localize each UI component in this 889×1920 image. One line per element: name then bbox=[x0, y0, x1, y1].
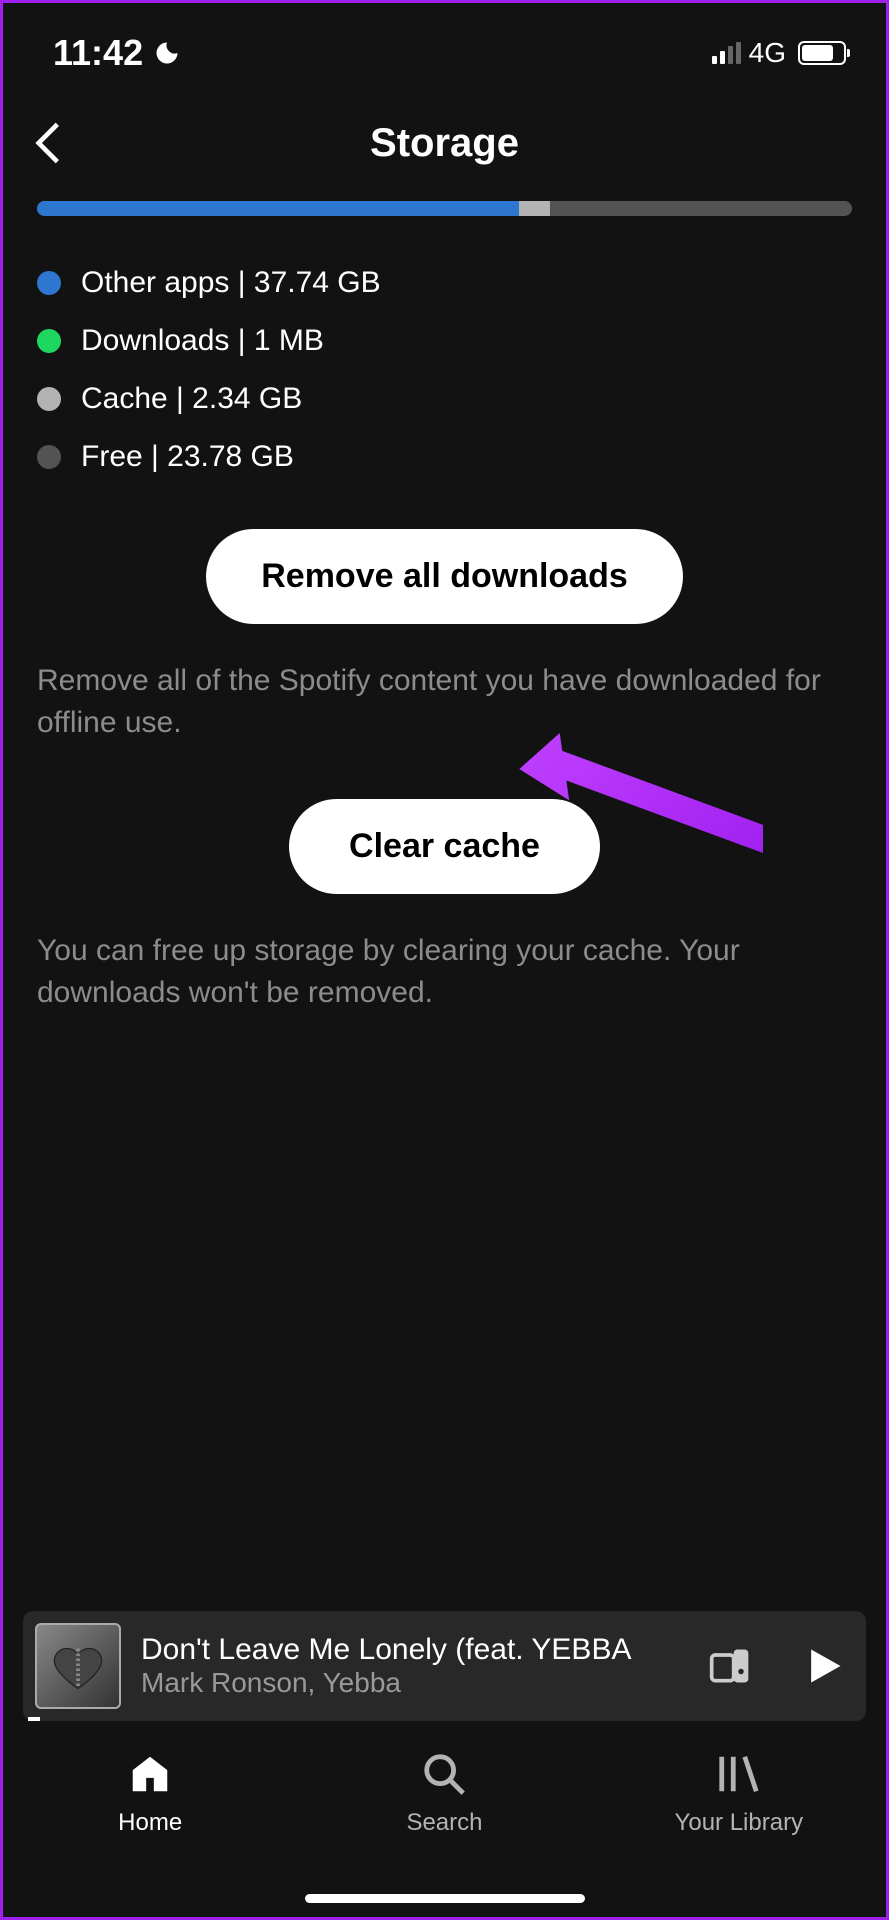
home-icon bbox=[127, 1751, 173, 1797]
legend-free: Free | 23.78 GB bbox=[37, 440, 852, 474]
legend-dot-icon bbox=[37, 387, 61, 411]
track-title: Don't Leave Me Lonely (feat. YEBBA bbox=[141, 1633, 708, 1667]
legend-dot-icon bbox=[37, 329, 61, 353]
do-not-disturb-icon bbox=[153, 39, 181, 67]
legend-dot-icon bbox=[37, 271, 61, 295]
nav-label: Search bbox=[406, 1809, 482, 1837]
bar-segment-other bbox=[37, 201, 519, 216]
status-right: 4G bbox=[712, 37, 846, 69]
legend-label: Cache | 2.34 GB bbox=[81, 382, 302, 416]
status-time-group: 11:42 bbox=[53, 32, 181, 74]
storage-bar bbox=[37, 201, 852, 216]
battery-icon bbox=[798, 41, 846, 65]
legend-other-apps: Other apps | 37.74 GB bbox=[37, 266, 852, 300]
nav-library[interactable]: Your Library bbox=[593, 1751, 884, 1837]
network-label: 4G bbox=[749, 37, 786, 69]
remove-downloads-description: Remove all of the Spotify content you ha… bbox=[37, 660, 852, 744]
legend-dot-icon bbox=[37, 445, 61, 469]
track-info: Don't Leave Me Lonely (feat. YEBBA Mark … bbox=[141, 1633, 708, 1699]
library-icon bbox=[716, 1751, 762, 1797]
play-icon[interactable] bbox=[802, 1644, 846, 1688]
page-title: Storage bbox=[33, 121, 856, 166]
legend-label: Other apps | 37.74 GB bbox=[81, 266, 381, 300]
nav-search[interactable]: Search bbox=[299, 1751, 590, 1837]
track-artist: Mark Ronson, Yebba bbox=[141, 1667, 708, 1699]
signal-icon bbox=[712, 42, 741, 64]
nav-label: Home bbox=[118, 1809, 182, 1837]
clear-cache-description: You can free up storage by clearing your… bbox=[37, 930, 852, 1014]
storage-legend: Other apps | 37.74 GB Downloads | 1 MB C… bbox=[37, 266, 852, 474]
status-time: 11:42 bbox=[53, 32, 143, 74]
home-indicator[interactable] bbox=[305, 1894, 585, 1903]
status-bar: 11:42 4G bbox=[3, 3, 886, 93]
now-playing-bar[interactable]: Don't Leave Me Lonely (feat. YEBBA Mark … bbox=[23, 1611, 866, 1721]
legend-label: Downloads | 1 MB bbox=[81, 324, 324, 358]
clear-cache-button[interactable]: Clear cache bbox=[289, 799, 600, 894]
header: Storage bbox=[3, 93, 886, 193]
content: Other apps | 37.74 GB Downloads | 1 MB C… bbox=[3, 193, 886, 1014]
bottom-nav: Home Search Your Library bbox=[3, 1721, 886, 1917]
search-icon bbox=[421, 1751, 467, 1797]
legend-label: Free | 23.78 GB bbox=[81, 440, 294, 474]
nav-label: Your Library bbox=[675, 1809, 804, 1837]
bar-segment-cache bbox=[519, 201, 549, 216]
album-art bbox=[35, 1623, 121, 1709]
legend-downloads: Downloads | 1 MB bbox=[37, 324, 852, 358]
nav-home[interactable]: Home bbox=[4, 1751, 295, 1837]
remove-downloads-button[interactable]: Remove all downloads bbox=[206, 529, 683, 624]
connect-device-icon[interactable] bbox=[708, 1644, 752, 1688]
legend-cache: Cache | 2.34 GB bbox=[37, 382, 852, 416]
